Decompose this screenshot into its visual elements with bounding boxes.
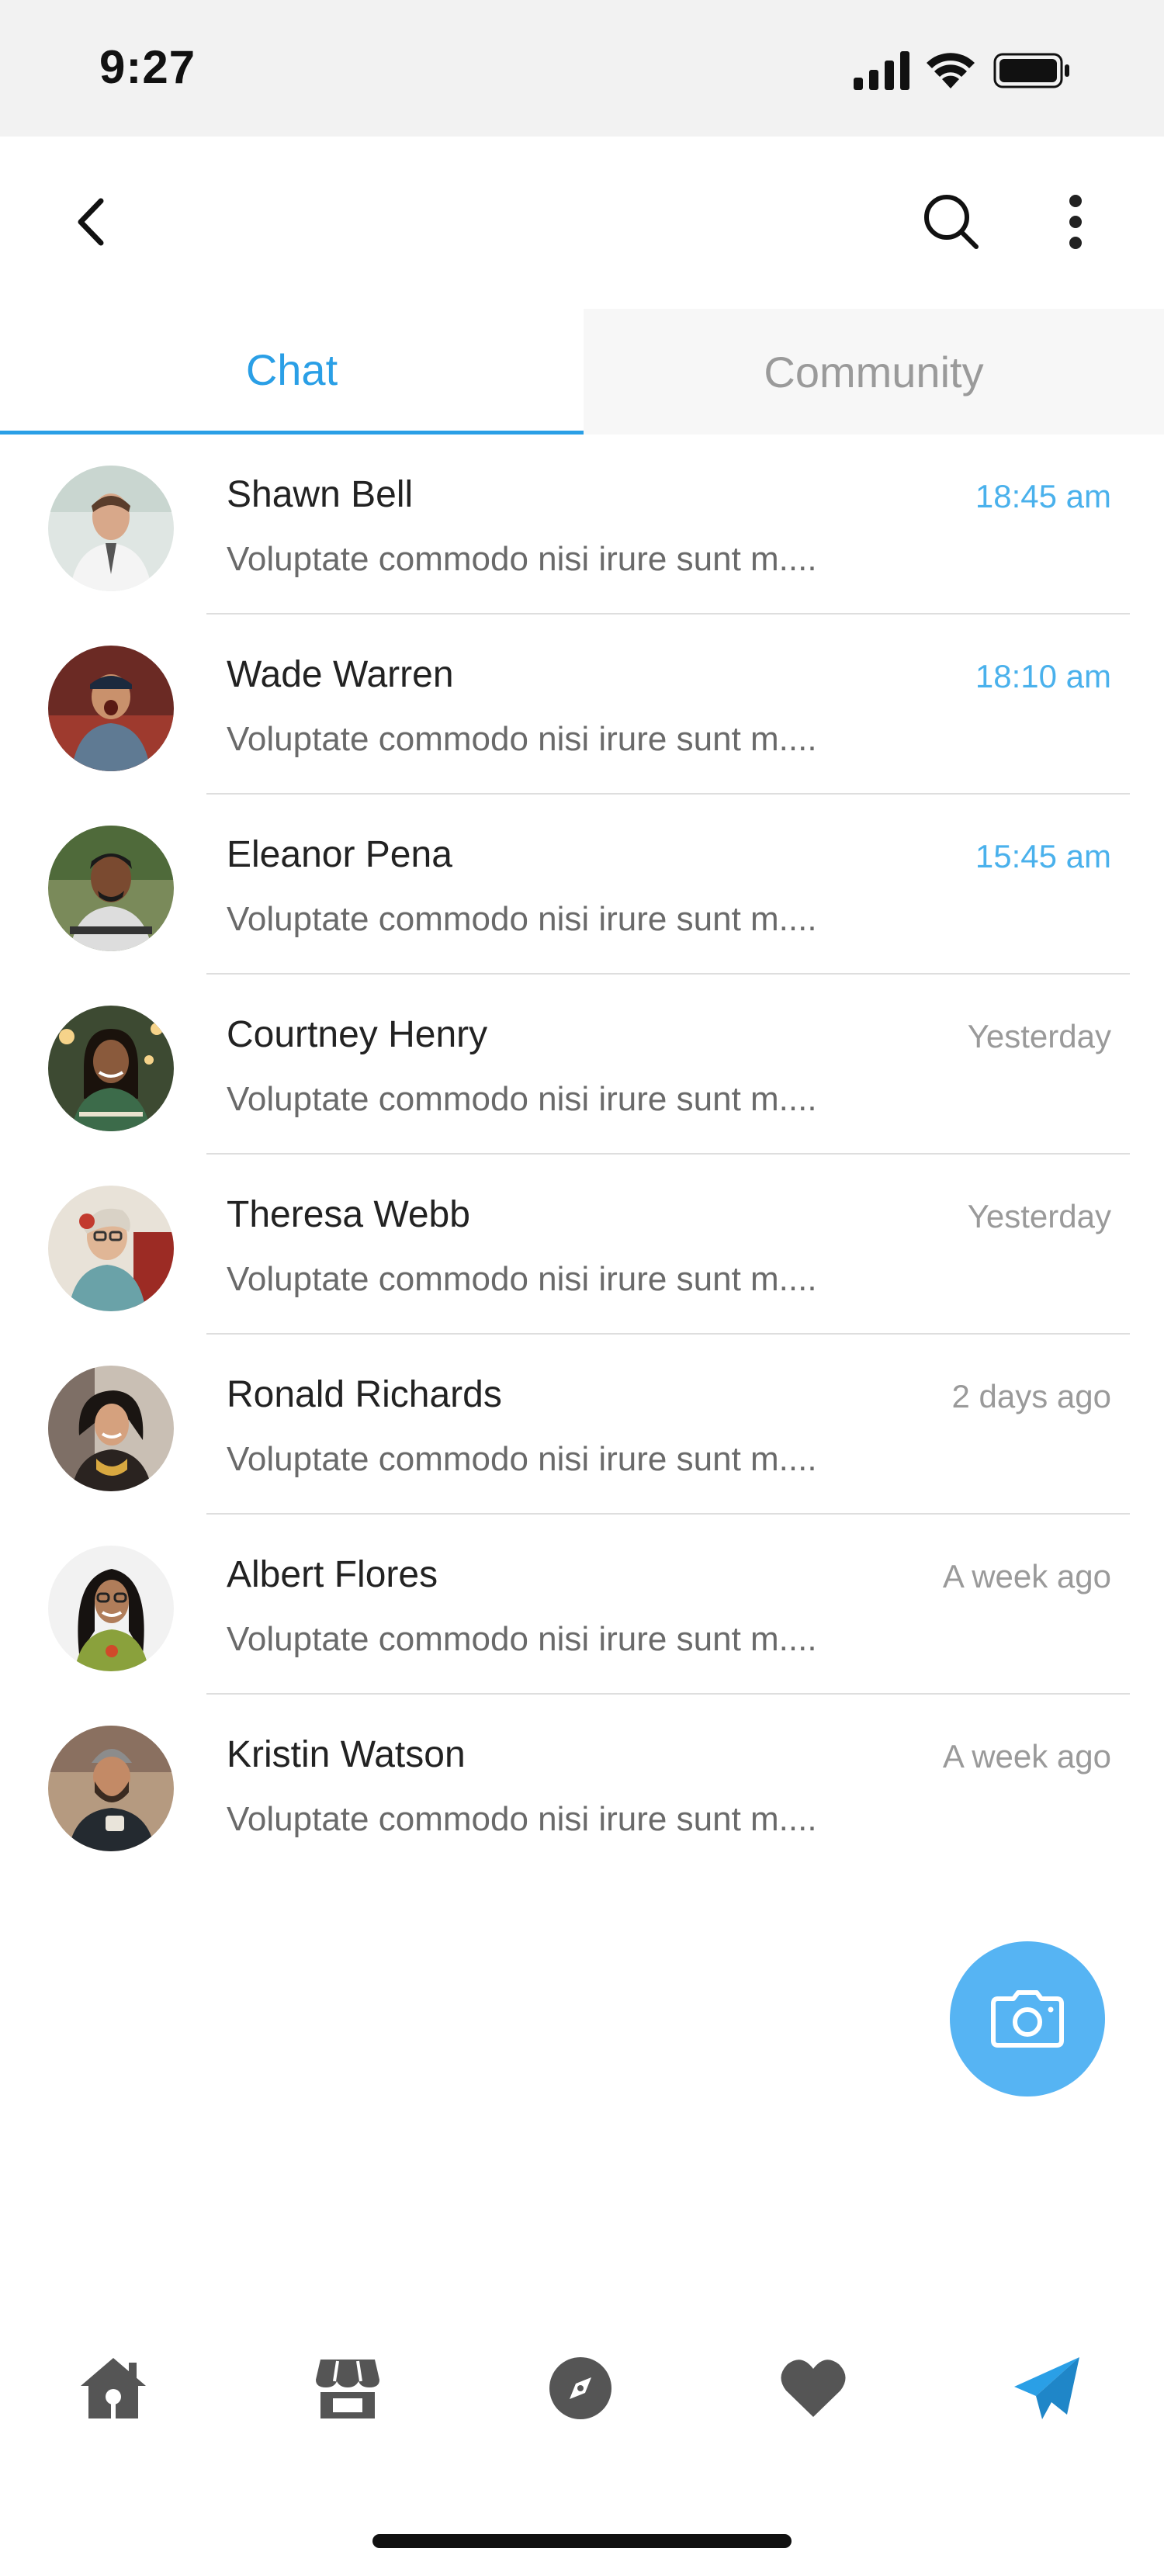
avatar xyxy=(48,826,174,951)
send-icon xyxy=(1014,2357,1079,2419)
more-button[interactable] xyxy=(1037,183,1114,261)
avatar xyxy=(48,1186,174,1311)
avatar xyxy=(48,1366,174,1491)
nav-favorites[interactable] xyxy=(774,2349,852,2427)
message-time: 18:10 am xyxy=(975,658,1111,694)
nav-home[interactable] xyxy=(74,2349,152,2427)
contact-name: Ronald Richards xyxy=(227,1374,502,1415)
nav-explore[interactable] xyxy=(542,2349,619,2427)
message-time: A week ago xyxy=(942,1738,1111,1774)
avatar xyxy=(48,1006,174,1131)
contact-name: Eleanor Pena xyxy=(227,834,452,875)
store-icon xyxy=(316,2360,379,2418)
chat-row-courtney-henry[interactable]: Courtney Henry Yesterday Voluptate commo… xyxy=(0,975,1164,1155)
tab-community[interactable]: Community xyxy=(584,309,1164,435)
message-time: Yesterday xyxy=(967,1198,1111,1234)
chat-row-albert-flores[interactable]: Albert Flores A week ago Voluptate commo… xyxy=(0,1515,1164,1695)
chat-row-kristin-watson[interactable]: Kristin Watson A week ago Voluptate comm… xyxy=(0,1695,1164,1875)
message-preview: Voluptate commodo nisi irure sunt m.... xyxy=(227,1800,817,1838)
message-preview: Voluptate commodo nisi irure sunt m.... xyxy=(227,1080,817,1118)
avatar xyxy=(48,1546,174,1671)
camera-icon xyxy=(991,1990,1064,2048)
chevron-left-icon xyxy=(78,198,104,246)
contact-name: Theresa Webb xyxy=(227,1194,470,1235)
message-preview: Voluptate commodo nisi irure sunt m.... xyxy=(227,540,817,578)
message-time: Yesterday xyxy=(967,1018,1111,1054)
back-button[interactable] xyxy=(54,183,132,261)
compass-icon xyxy=(549,2357,611,2419)
wifi-icon xyxy=(927,53,975,88)
avatar xyxy=(48,466,174,591)
message-preview: Voluptate commodo nisi irure sunt m.... xyxy=(227,1440,817,1478)
message-preview: Voluptate commodo nisi irure sunt m.... xyxy=(227,720,817,758)
battery-icon xyxy=(993,53,1069,88)
home-indicator xyxy=(372,2534,792,2548)
heart-icon xyxy=(781,2360,846,2417)
tab-chat[interactable]: Chat xyxy=(0,309,584,435)
home-icon xyxy=(81,2358,146,2418)
more-vertical-icon xyxy=(1069,195,1082,249)
contact-name: Kristin Watson xyxy=(227,1734,466,1775)
contact-name: Wade Warren xyxy=(227,654,454,695)
status-time: 9:27 xyxy=(99,41,196,93)
search-button[interactable] xyxy=(913,183,990,261)
message-preview: Voluptate commodo nisi irure sunt m.... xyxy=(227,900,817,938)
chat-row-theresa-webb[interactable]: Theresa Webb Yesterday Voluptate commodo… xyxy=(0,1155,1164,1335)
message-preview: Voluptate commodo nisi irure sunt m.... xyxy=(227,1620,817,1658)
message-time: 2 days ago xyxy=(951,1378,1112,1414)
status-bar: 9:27 xyxy=(0,0,1164,137)
nav-store[interactable] xyxy=(309,2349,386,2427)
contact-name: Shawn Bell xyxy=(227,474,414,515)
avatar xyxy=(48,646,174,771)
chat-row-shawn-bell[interactable]: Shawn Bell 18:45 am Voluptate commodo ni… xyxy=(0,435,1164,615)
chat-list: Shawn Bell 18:45 am Voluptate commodo ni… xyxy=(0,435,1164,1875)
chat-row-eleanor-pena[interactable]: Eleanor Pena 15:45 am Voluptate commodo … xyxy=(0,795,1164,975)
message-time: 15:45 am xyxy=(975,838,1111,874)
tab-bar: Chat Community xyxy=(0,309,1164,435)
contact-name: Albert Flores xyxy=(227,1554,438,1595)
bottom-nav xyxy=(0,2328,1164,2452)
message-time: A week ago xyxy=(942,1558,1111,1594)
chat-row-ronald-richards[interactable]: Ronald Richards 2 days ago Voluptate com… xyxy=(0,1335,1164,1515)
message-preview: Voluptate commodo nisi irure sunt m.... xyxy=(227,1260,817,1298)
nav-messages[interactable] xyxy=(1009,2349,1086,2427)
signal-icon xyxy=(854,51,909,90)
message-time: 18:45 am xyxy=(975,478,1111,514)
status-icons xyxy=(854,48,1164,95)
chat-row-wade-warren[interactable]: Wade Warren 18:10 am Voluptate commodo n… xyxy=(0,615,1164,795)
avatar xyxy=(48,1726,174,1851)
contact-name: Courtney Henry xyxy=(227,1014,488,1055)
camera-button[interactable] xyxy=(950,1941,1105,2096)
search-icon xyxy=(924,195,979,249)
top-app-bar xyxy=(0,137,1164,310)
